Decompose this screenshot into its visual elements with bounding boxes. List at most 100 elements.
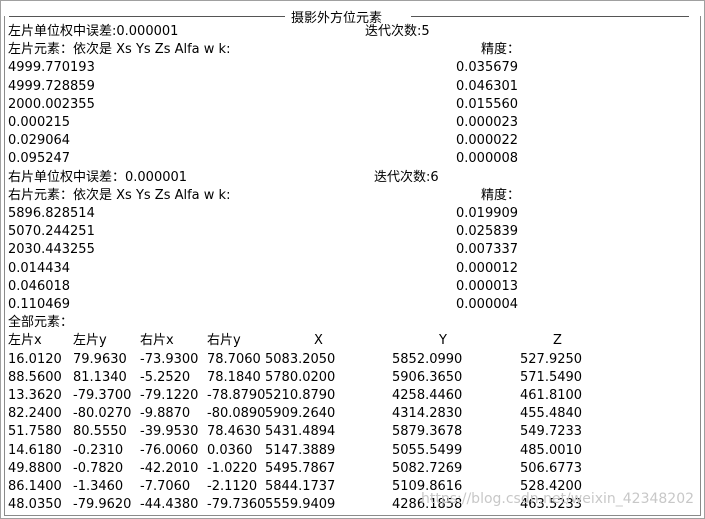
table-cell: 5083.2050: [265, 351, 336, 367]
right-element-value: 2030.443255: [8, 242, 95, 258]
table-cell: 78.1840: [207, 369, 261, 385]
all-elements-label: 全部元素：: [8, 315, 74, 331]
table-cell: 4258.4460: [392, 388, 463, 403]
table-cell: 5844.1737: [265, 479, 336, 494]
table-cell: 549.7233: [520, 424, 583, 440]
table-cell: -76.0060: [140, 442, 199, 458]
table-cell: 14.6180: [8, 442, 62, 458]
table-cell: -79.9620: [73, 497, 132, 513]
table-cell: 5082.7269: [392, 460, 463, 476]
table-cell: 0.0360: [207, 442, 253, 458]
left-elements-header: 左片元素：依次是 Xs Ys Zs Alfa w k:: [8, 42, 231, 58]
table-cell: 5495.7867: [265, 460, 336, 476]
left-element-value: 0.029064: [8, 133, 71, 149]
table-cell: -39.9530: [140, 424, 199, 440]
table-header-1: 左片y: [73, 333, 107, 349]
right-rms-label: 右片单位权中误差：0.000001: [8, 169, 188, 185]
table-cell: 4314.2830: [392, 406, 463, 422]
table-cell: -42.2010: [140, 460, 199, 476]
right-element-precision: 0.000012: [456, 260, 519, 276]
table-cell: 5147.3889: [265, 442, 336, 458]
table-cell: 455.4840: [520, 406, 583, 422]
table-cell: -80.0890: [207, 406, 266, 422]
left-element-precision: 0.035679: [456, 60, 519, 76]
table-header-3: 右片y: [207, 333, 241, 349]
table-cell: 5559.9409: [265, 497, 336, 513]
table-cell: 527.9250: [520, 351, 583, 367]
left-element-precision: 0.015560: [456, 96, 519, 112]
table-header-2: 右片x: [140, 333, 174, 349]
table-cell: -1.3460: [73, 479, 124, 494]
table-cell: 49.8800: [8, 460, 62, 476]
right-element-precision: 0.007337: [456, 242, 519, 258]
table-header-5: Y: [439, 333, 447, 349]
left-element-value: 0.000215: [8, 115, 71, 130]
table-cell: 5109.8616: [392, 479, 463, 494]
left-element-precision: 0.046301: [456, 78, 519, 94]
table-cell: 81.1340: [73, 369, 127, 385]
table-cell: -0.7820: [73, 460, 124, 476]
table-cell: 86.1400: [8, 479, 62, 494]
right-precision-header: 精度：: [481, 187, 521, 203]
table-cell: -5.2520: [140, 369, 191, 385]
result-window: 摄影外方位元素 左片单位权中误差:0.000001 迭代次数:5 左片元素：依次是 …: [0, 0, 705, 519]
table-cell: -9.8870: [140, 406, 191, 422]
right-element-precision: 0.000013: [456, 278, 519, 294]
table-cell: 461.8100: [520, 388, 583, 403]
left-precision-header: 精度：: [481, 42, 521, 58]
right-element-value: 0.110469: [8, 297, 71, 312]
table-cell: 5780.0200: [265, 369, 336, 385]
table-cell: 506.6773: [520, 460, 583, 476]
table-cell: 80.5550: [73, 424, 127, 440]
right-element-value: 0.046018: [8, 278, 71, 294]
table-cell: 78.7060: [207, 351, 261, 367]
table-header-0: 左片x: [8, 333, 42, 349]
table-cell: -80.0270: [73, 406, 132, 422]
right-iteration-label: 迭代次数:6: [374, 169, 439, 185]
table-cell: -78.8790: [207, 388, 266, 403]
table-cell: 48.0350: [8, 497, 62, 513]
table-cell: 79.9630: [73, 351, 127, 367]
table-header-4: X: [314, 333, 323, 349]
table-cell: 82.2400: [8, 406, 62, 422]
table-cell: 5852.0990: [392, 351, 463, 367]
left-element-value: 4999.770193: [8, 60, 95, 76]
table-cell: 5431.4894: [265, 424, 336, 440]
table-cell: 16.0120: [8, 351, 62, 367]
table-cell: 5909.2640: [265, 406, 336, 422]
right-element-precision: 0.019909: [456, 206, 519, 221]
right-element-value: 5896.828514: [8, 206, 95, 221]
table-cell: 13.3620: [8, 388, 62, 403]
table-cell: 463.5233: [520, 497, 583, 513]
table-cell: -1.0220: [207, 460, 258, 476]
left-iteration-label: 迭代次数:5: [365, 24, 430, 39]
left-element-precision: 0.000008: [456, 151, 519, 167]
right-element-precision: 0.000004: [456, 297, 519, 312]
table-cell: 78.4630: [207, 424, 261, 440]
right-element-value: 0.014434: [8, 260, 71, 276]
table-cell: -7.7060: [140, 479, 191, 494]
table-cell: 5055.5499: [392, 442, 463, 458]
table-cell: -44.4380: [140, 497, 199, 513]
table-cell: 5210.8790: [265, 388, 336, 403]
left-element-value: 0.095247: [8, 151, 71, 167]
left-element-precision: 0.000022: [456, 133, 519, 149]
table-cell: 5879.3678: [392, 424, 463, 440]
table-cell: -79.1220: [140, 388, 199, 403]
table-cell: 5906.3650: [392, 369, 463, 385]
table-cell: -0.2310: [73, 442, 124, 458]
table-cell: 485.0010: [520, 442, 583, 458]
table-cell: 4286.1858: [392, 497, 463, 513]
table-cell: -2.1120: [207, 479, 258, 494]
table-cell: 51.7580: [8, 424, 62, 440]
left-element-value: 4999.728859: [8, 78, 95, 94]
right-element-value: 5070.244251: [8, 224, 95, 240]
right-elements-header: 右片元素：依次是 Xs Ys Zs Alfa w k:: [8, 187, 231, 203]
table-cell: -79.3700: [73, 388, 132, 403]
table-cell: -79.7360: [207, 497, 266, 513]
table-cell: 528.4200: [520, 479, 583, 494]
table-cell: 88.5600: [8, 369, 62, 385]
right-element-precision: 0.025839: [456, 224, 519, 240]
table-cell: -73.9300: [140, 351, 199, 367]
table-cell: 571.5490: [520, 369, 583, 385]
